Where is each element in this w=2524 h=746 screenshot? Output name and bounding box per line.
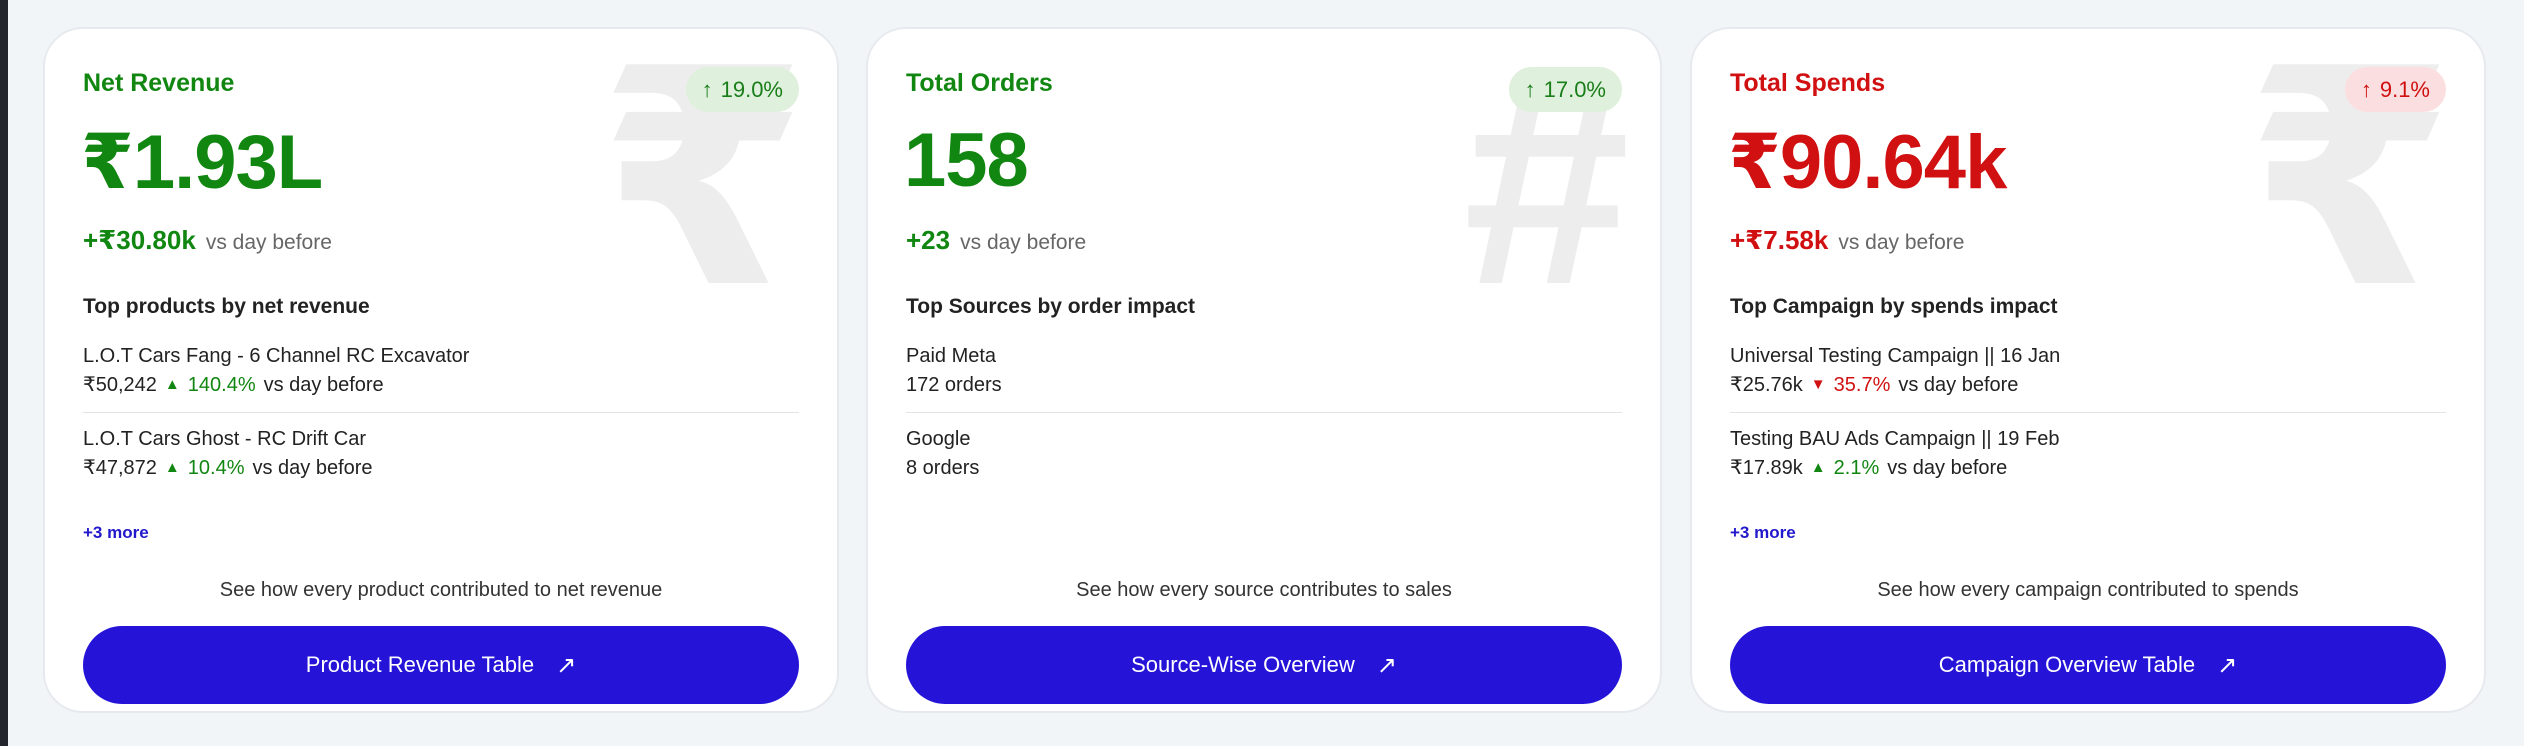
item-value: 172 orders	[906, 374, 1002, 396]
card-caption: See how every campaign contributed to sp…	[1877, 579, 2299, 601]
triangle-up-icon: ▲	[164, 459, 180, 476]
item-meta: 8 orders	[906, 453, 1622, 483]
net-revenue-card: ₹ Net Revenue ↑ 19.0% ₹1.93L +₹30.80k vs…	[43, 27, 839, 713]
card-title: Net Revenue	[83, 69, 235, 97]
metric-value: ₹90.64k	[1728, 120, 2007, 205]
arrow-up-icon: ↑	[701, 76, 713, 102]
delta-suffix: vs day before	[205, 231, 332, 254]
change-badge-value: 19.0%	[720, 76, 783, 102]
triangle-up-icon: ▲	[164, 376, 180, 393]
list-item: L.O.T Cars Ghost - RC Drift Car ₹47,872 …	[83, 425, 799, 483]
external-link-icon: ↗	[2217, 651, 2238, 679]
delta-value: +₹30.80k	[83, 225, 196, 255]
delta-row: +₹30.80k vs day before	[83, 225, 332, 256]
item-meta: ₹25.76k ▼ 35.7% vs day before	[1730, 370, 2446, 400]
delta-value: +23	[906, 225, 951, 255]
external-link-icon: ↗	[1376, 651, 1397, 679]
delta-row: +₹7.58k vs day before	[1730, 225, 1964, 256]
item-name: Universal Testing Campaign || 16 Jan	[1730, 345, 2061, 367]
item-change: 10.4%	[187, 457, 245, 479]
button-label: Product Revenue Table	[305, 652, 535, 677]
item-name: L.O.T Cars Ghost - RC Drift Car	[83, 428, 367, 450]
button-label: Source-Wise Overview	[1131, 652, 1355, 677]
item-value: ₹17.89k	[1730, 457, 1803, 479]
change-badge-value: 9.1%	[2379, 76, 2430, 102]
more-link[interactable]: +3 more	[83, 523, 149, 543]
item-meta: ₹17.89k ▲ 2.1% vs day before	[1730, 453, 2446, 483]
item-value: ₹25.76k	[1730, 374, 1803, 396]
item-suffix: vs day before	[1887, 457, 2008, 479]
triangle-down-icon: ▼	[1810, 376, 1826, 393]
item-name: Testing BAU Ads Campaign || 19 Feb	[1730, 428, 2060, 450]
item-meta: ₹47,872 ▲ 10.4% vs day before	[83, 453, 799, 483]
item-value: ₹50,242	[83, 374, 157, 396]
delta-suffix: vs day before	[960, 231, 1087, 254]
item-suffix: vs day before	[252, 457, 373, 479]
card-caption: See how every source contributes to sale…	[1076, 579, 1452, 601]
list-item: Paid Meta 172 orders	[906, 342, 1622, 400]
button-label: Campaign Overview Table	[1938, 652, 2196, 677]
change-badge: ↑ 9.1%	[2344, 67, 2446, 112]
section-title: Top Sources by order impact	[906, 295, 1196, 318]
change-badge: ↑ 19.0%	[685, 67, 799, 112]
list-item: L.O.T Cars Fang - 6 Channel RC Excavator…	[83, 342, 799, 400]
divider	[906, 412, 1622, 413]
item-name: Paid Meta	[906, 345, 997, 367]
delta-value: +₹7.58k	[1730, 225, 1829, 255]
divider	[83, 412, 799, 413]
item-change: 35.7%	[1833, 374, 1891, 396]
metric-value: ₹1.93L	[81, 120, 323, 205]
item-change: 140.4%	[187, 374, 256, 396]
left-edge-bar	[0, 0, 8, 746]
item-name: L.O.T Cars Fang - 6 Channel RC Excavator	[83, 345, 470, 367]
list-item: Google 8 orders	[906, 425, 1622, 483]
item-suffix: vs day before	[1898, 374, 2019, 396]
section-title: Top products by net revenue	[83, 295, 370, 318]
product-revenue-table-button[interactable]: Product Revenue Table ↗	[83, 626, 799, 704]
item-meta: ₹50,242 ▲ 140.4% vs day before	[83, 370, 799, 400]
more-link[interactable]: +3 more	[1730, 523, 1796, 543]
item-value: 8 orders	[906, 457, 980, 479]
triangle-up-icon: ▲	[1810, 459, 1826, 476]
delta-suffix: vs day before	[1838, 231, 1965, 254]
total-orders-card: # Total Orders ↑ 17.0% 158 +23 vs day be…	[866, 27, 1662, 713]
card-title: Total Spends	[1730, 69, 1886, 97]
section-title: Top Campaign by spends impact	[1730, 295, 2058, 318]
item-suffix: vs day before	[263, 374, 384, 396]
item-name: Google	[906, 428, 971, 450]
external-link-icon: ↗	[556, 651, 577, 679]
arrow-up-icon: ↑	[2360, 76, 2372, 102]
card-caption: See how every product contributed to net…	[219, 579, 663, 601]
item-change: 2.1%	[1833, 457, 1880, 479]
arrow-up-icon: ↑	[1524, 76, 1536, 102]
change-badge: ↑ 17.0%	[1508, 67, 1622, 112]
list-item: Testing BAU Ads Campaign || 19 Feb ₹17.8…	[1730, 425, 2446, 483]
list-item: Universal Testing Campaign || 16 Jan ₹25…	[1730, 342, 2446, 400]
total-spends-card: ₹ Total Spends ↑ 9.1% ₹90.64k +₹7.58k vs…	[1690, 27, 2486, 713]
card-title: Total Orders	[906, 69, 1053, 97]
source-wise-overview-button[interactable]: Source-Wise Overview ↗	[906, 626, 1622, 704]
metric-value: 158	[904, 118, 1029, 203]
campaign-overview-table-button[interactable]: Campaign Overview Table ↗	[1730, 626, 2446, 704]
divider	[1730, 412, 2446, 413]
item-value: ₹47,872	[83, 457, 157, 479]
item-meta: 172 orders	[906, 370, 1622, 400]
change-badge-value: 17.0%	[1543, 76, 1606, 102]
delta-row: +23 vs day before	[906, 225, 1086, 256]
